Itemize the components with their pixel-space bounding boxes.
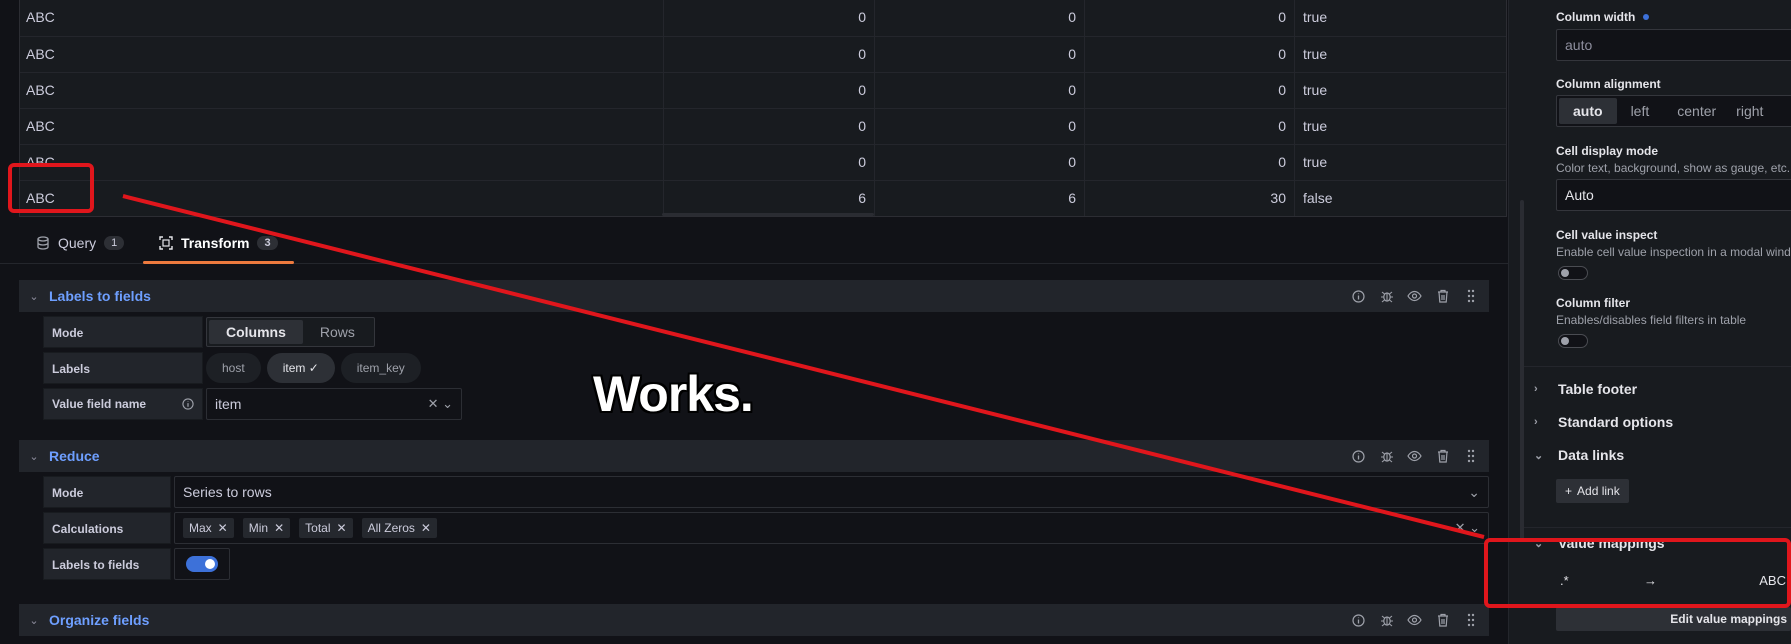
annotation-text: Works. bbox=[593, 366, 754, 422]
annotation-arrow-line bbox=[122, 194, 1485, 539]
